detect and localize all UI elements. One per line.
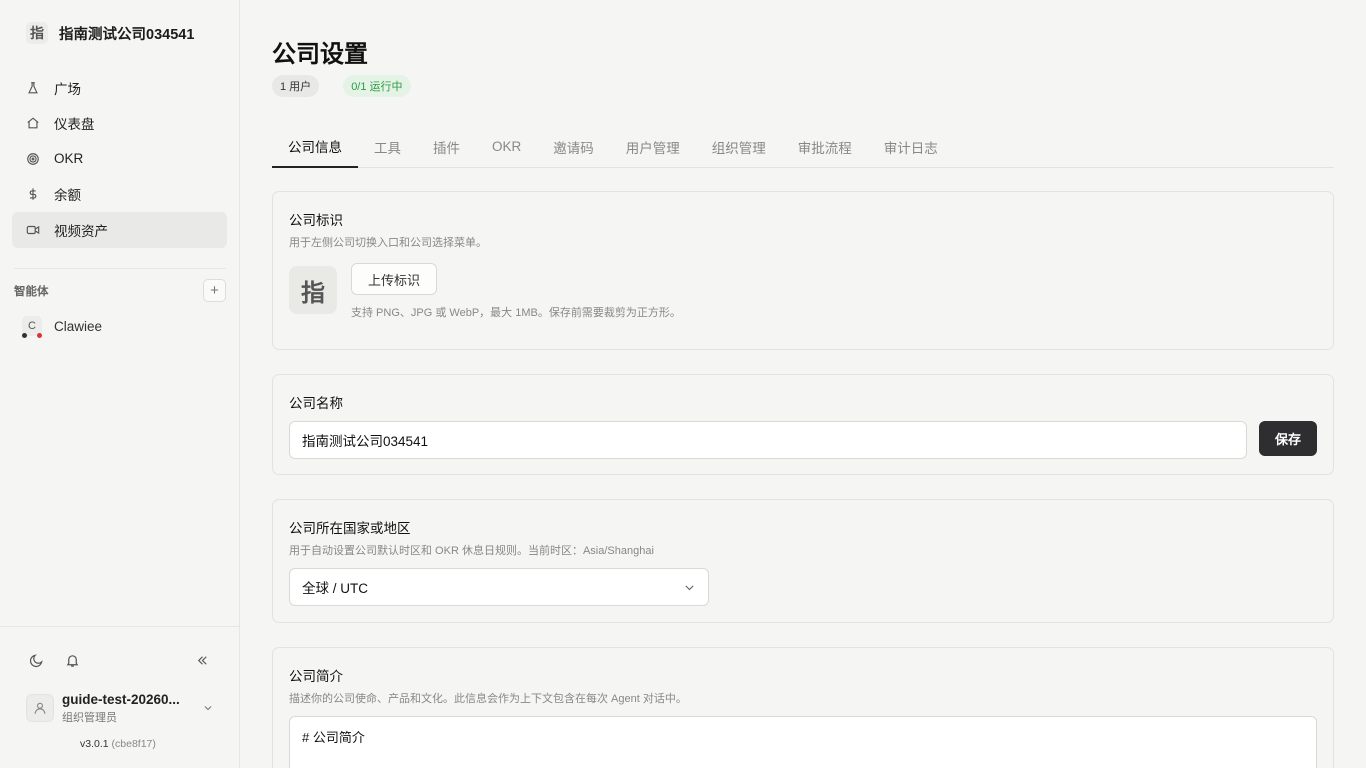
sidebar-item-label: OKR	[54, 151, 84, 167]
company-intro-card: 公司简介 描述你的公司使命、产品和文化。此信息会作为上下文包含在每次 Agent…	[272, 647, 1334, 768]
status-dot-icon	[37, 333, 42, 338]
version-hash: (cbe8f17)	[111, 738, 156, 750]
settings-tabs: 公司信息 工具 插件 OKR 邀请码 用户管理 组织管理 审批流程 审计日志	[272, 126, 1334, 168]
company-logo-preview: 指	[289, 266, 337, 314]
sidebar-item-video-assets[interactable]: 视频资产	[12, 212, 227, 248]
user-info: guide-test-20260... 组织管理员	[62, 692, 192, 725]
upload-hint: 支持 PNG、JPG 或 WebP，最大 1MB。保存前需要裁剪为正方形。	[351, 307, 681, 319]
sidebar-nav: 广场 仪表盘 OKR 余额 视频资产	[12, 70, 227, 248]
company-logo: 指	[26, 22, 48, 44]
region-select-value: 全球 / UTC	[302, 581, 368, 596]
company-switcher[interactable]: 指 指南测试公司034541	[26, 22, 194, 44]
collapse-sidebar-icon[interactable]	[192, 650, 212, 670]
tab-plugins[interactable]: 插件	[417, 126, 476, 167]
card-title: 公司简介	[289, 669, 343, 684]
tab-company-info[interactable]: 公司信息	[272, 126, 358, 168]
agent-avatar-char: C	[28, 320, 36, 332]
chevron-down-icon	[202, 701, 216, 715]
page-title: 公司设置	[272, 41, 368, 68]
company-name-input[interactable]	[289, 421, 1247, 459]
sidebar: 指 指南测试公司034541 广场 仪表盘 OKR 余额 视频资产 智能体 + …	[0, 0, 240, 768]
tab-approval-flow[interactable]: 审批流程	[782, 126, 868, 167]
main-content: 公司设置 1 用户 0/1 运行中 公司信息 工具 插件 OKR 邀请码 用户管…	[240, 0, 1366, 768]
sidebar-item-label: 广场	[54, 81, 81, 97]
company-region-card: 公司所在国家或地区 用于自动设置公司默认时区和 OKR 休息日规则。当前时区：A…	[272, 499, 1334, 623]
company-intro-textarea[interactable]: # 公司简介	[289, 716, 1317, 768]
card-title: 公司标识	[289, 213, 343, 228]
tab-invite-codes[interactable]: 邀请码	[537, 126, 610, 167]
video-icon	[26, 223, 40, 237]
card-title: 公司所在国家或地区	[289, 521, 411, 536]
add-agent-button[interactable]: +	[203, 279, 226, 302]
avatar	[26, 694, 54, 722]
sidebar-item-plaza[interactable]: 广场	[12, 70, 227, 106]
user-icon	[34, 702, 46, 714]
tab-user-management[interactable]: 用户管理	[610, 126, 696, 167]
user-name: guide-test-20260...	[62, 691, 180, 707]
status-dot-icon	[22, 333, 27, 338]
card-description: 描述你的公司使命、产品和文化。此信息会作为上下文包含在每次 Agent 对话中。	[289, 693, 687, 705]
dollar-icon	[26, 187, 40, 201]
card-description: 用于自动设置公司默认时区和 OKR 休息日规则。当前时区：Asia/Shangh…	[289, 545, 654, 557]
version-label: v3.0.1 (cbe8f17)	[80, 738, 156, 750]
target-icon	[26, 152, 40, 166]
tab-org-management[interactable]: 组织管理	[696, 126, 782, 167]
card-title: 公司名称	[289, 396, 343, 411]
agent-name: Clawiee	[54, 318, 103, 334]
sidebar-item-okr[interactable]: OKR	[12, 141, 227, 177]
region-select[interactable]: 全球 / UTC	[289, 568, 709, 606]
bell-icon[interactable]	[62, 650, 82, 670]
running-status-badge: 0/1 运行中	[343, 75, 411, 97]
sidebar-divider	[14, 268, 226, 269]
sidebar-tools	[26, 650, 216, 670]
upload-logo-button[interactable]: 上传标识	[351, 263, 437, 295]
tab-audit-log[interactable]: 审计日志	[868, 126, 954, 167]
status-badges: 1 用户 0/1 运行中	[272, 75, 435, 97]
company-name: 指南测试公司034541	[59, 26, 195, 43]
agent-item-clawiee[interactable]: C Clawiee	[22, 314, 102, 338]
version-number: v3.0.1	[80, 738, 109, 750]
user-role: 组织管理员	[62, 711, 117, 724]
chevron-down-icon	[683, 581, 696, 594]
company-logo-card: 公司标识 用于左侧公司切换入口和公司选择菜单。 指 上传标识 支持 PNG、JP…	[272, 191, 1334, 350]
users-count-badge: 1 用户	[272, 75, 320, 97]
sidebar-item-label: 仪表盘	[54, 117, 95, 133]
user-menu[interactable]: guide-test-20260... 组织管理员	[26, 690, 216, 726]
tab-tools[interactable]: 工具	[358, 126, 417, 167]
sidebar-bottom-divider	[0, 626, 239, 627]
company-name-card: 公司名称 保存	[272, 374, 1334, 475]
sidebar-item-label: 视频资产	[54, 223, 108, 239]
agents-title: 智能体	[14, 285, 49, 298]
sidebar-item-dashboard[interactable]: 仪表盘	[12, 106, 227, 142]
save-button[interactable]: 保存	[1259, 421, 1317, 456]
sidebar-item-label: 余额	[54, 188, 81, 204]
moon-icon[interactable]	[26, 650, 46, 670]
agent-avatar: C	[22, 316, 42, 338]
home-icon	[26, 116, 40, 130]
card-description: 用于左侧公司切换入口和公司选择菜单。	[289, 237, 487, 249]
agents-header: 智能体 +	[14, 279, 226, 302]
sidebar-item-balance[interactable]: 余额	[12, 177, 227, 213]
tab-okr[interactable]: OKR	[476, 126, 537, 167]
flask-icon	[26, 81, 40, 95]
